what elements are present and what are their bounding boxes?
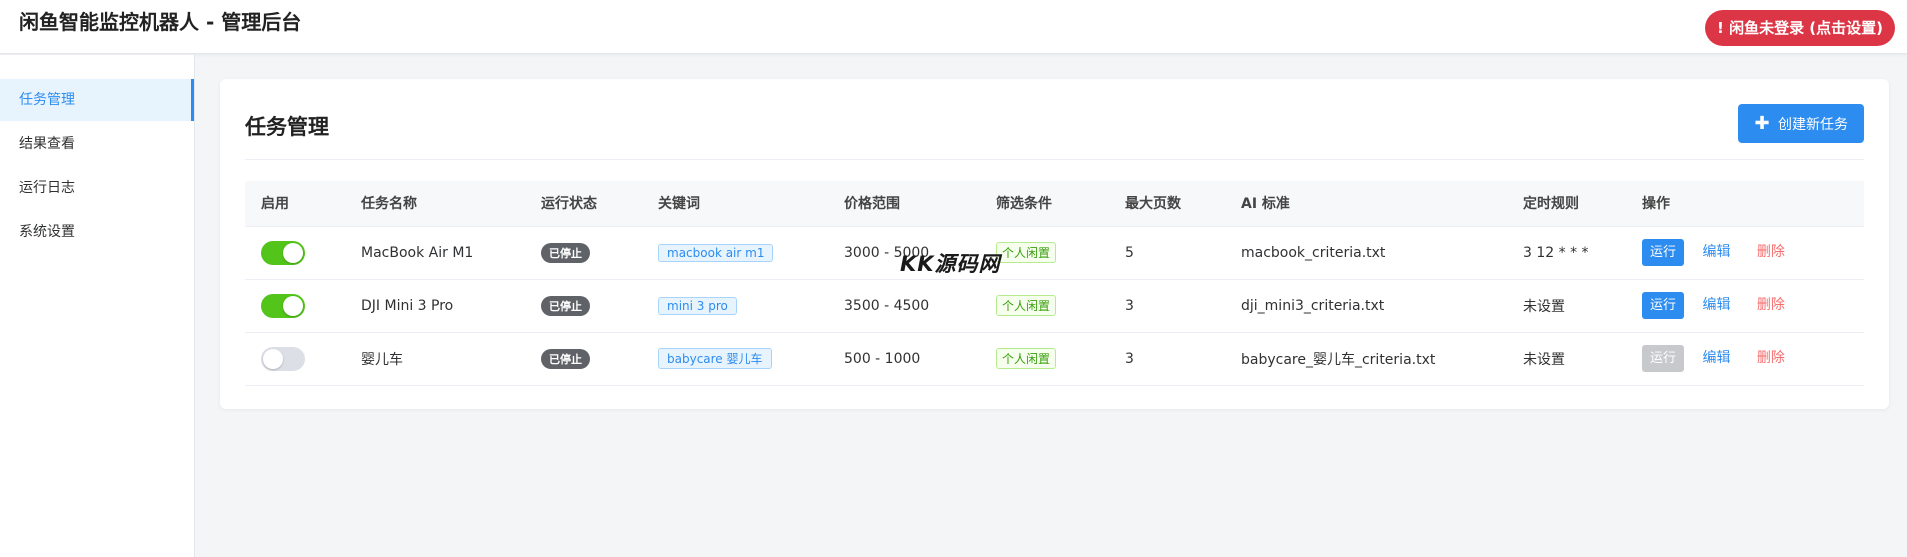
create-task-button[interactable]: ✚ 创建新任务 [1738, 104, 1864, 143]
price-range: 500 - 1000 [828, 332, 980, 386]
keyword-tag: babycare 婴儿车 [658, 348, 772, 369]
enable-toggle[interactable] [261, 293, 305, 318]
filter-tag: 个人闲置 [996, 295, 1057, 316]
filter-tag: 个人闲置 [996, 242, 1057, 263]
table-header-row: 启用 任务名称 运行状态 关键词 价格范围 筛选条件 最大页数 AI 标准 定时… [245, 181, 1864, 227]
enable-toggle[interactable] [261, 346, 305, 371]
run-button[interactable]: 运行 [1642, 239, 1685, 266]
status-badge: 已停止 [541, 295, 590, 316]
ai-criteria: babycare_婴儿车_criteria.txt [1225, 332, 1507, 386]
col-ai-criteria: AI 标准 [1225, 181, 1507, 227]
schedule: 未设置 [1507, 279, 1626, 333]
top-header: 闲鱼智能监控机器人 - 管理后台 ! 闲鱼未登录 (点击设置) [0, 0, 1907, 54]
price-range: 3500 - 4500 [828, 279, 980, 333]
run-button[interactable]: 运行 [1642, 292, 1685, 319]
max-pages: 3 [1109, 332, 1225, 386]
page-title: 任务管理 [245, 115, 329, 139]
create-task-label: 创建新任务 [1778, 117, 1848, 133]
plus-icon: ✚ [1754, 113, 1770, 134]
sidebar-item-results[interactable]: 结果查看 [0, 123, 194, 165]
ai-criteria: dji_mini3_criteria.txt [1225, 279, 1507, 333]
status-badge: 已停止 [541, 242, 590, 263]
col-name: 任务名称 [345, 181, 525, 227]
toggle-knob [283, 242, 303, 263]
run-button: 运行 [1642, 345, 1685, 372]
sidebar-nav: 任务管理 结果查看 运行日志 系统设置 [0, 55, 194, 253]
task-name: 婴儿车 [345, 332, 525, 386]
col-max-pages: 最大页数 [1109, 181, 1225, 227]
sidebar-item-tasks[interactable]: 任务管理 [0, 79, 194, 121]
edit-link[interactable]: 编辑 [1702, 244, 1730, 260]
col-schedule: 定时规则 [1507, 181, 1626, 227]
toggle-knob [263, 348, 283, 369]
sidebar: 任务管理 结果查看 运行日志 系统设置 [0, 55, 195, 557]
task-table: 启用 任务名称 运行状态 关键词 价格范围 筛选条件 最大页数 AI 标准 定时… [245, 181, 1864, 386]
task-name: DJI Mini 3 Pro [345, 279, 525, 333]
col-keyword: 关键词 [642, 181, 828, 227]
status-badge: 已停止 [541, 348, 590, 369]
filter-tag: 个人闲置 [996, 348, 1057, 369]
col-filter: 筛选条件 [980, 181, 1109, 227]
sidebar-item-settings[interactable]: 系统设置 [0, 211, 194, 253]
app-title: 闲鱼智能监控机器人 - 管理后台 [19, 10, 302, 34]
edit-link[interactable]: 编辑 [1702, 297, 1730, 313]
max-pages: 3 [1109, 279, 1225, 333]
toggle-knob [283, 295, 303, 316]
keyword-tag: macbook air m1 [658, 243, 774, 262]
delete-link[interactable]: 删除 [1757, 297, 1785, 313]
delete-link[interactable]: 删除 [1757, 350, 1785, 366]
table-row: MacBook Air M1 已停止 macbook air m1 3000 -… [245, 226, 1864, 280]
table-row: 婴儿车 已停止 babycare 婴儿车 500 - 1000 个人闲置 3 b… [245, 332, 1864, 386]
task-management-card: 任务管理 ✚ 创建新任务 启用 任务名称 运行状态 关键词 价格范围 筛选条件 … [220, 79, 1889, 409]
max-pages: 5 [1109, 226, 1225, 280]
col-actions: 操作 [1626, 181, 1864, 227]
keyword-tag: mini 3 pro [658, 296, 737, 315]
col-price: 价格范围 [828, 181, 980, 227]
col-status: 运行状态 [525, 181, 642, 227]
divider [245, 159, 1864, 160]
table-row: DJI Mini 3 Pro 已停止 mini 3 pro 3500 - 450… [245, 279, 1864, 333]
task-name: MacBook Air M1 [345, 226, 525, 280]
delete-link[interactable]: 删除 [1757, 244, 1785, 260]
schedule: 3 12 * * * [1507, 226, 1626, 280]
ai-criteria: macbook_criteria.txt [1225, 226, 1507, 280]
schedule: 未设置 [1507, 332, 1626, 386]
sidebar-item-logs[interactable]: 运行日志 [0, 167, 194, 209]
watermark-text: KK源码网 [900, 252, 1001, 276]
login-status-button[interactable]: ! 闲鱼未登录 (点击设置) [1705, 10, 1895, 46]
enable-toggle[interactable] [261, 240, 305, 265]
edit-link[interactable]: 编辑 [1702, 350, 1730, 366]
col-enabled: 启用 [245, 181, 345, 227]
